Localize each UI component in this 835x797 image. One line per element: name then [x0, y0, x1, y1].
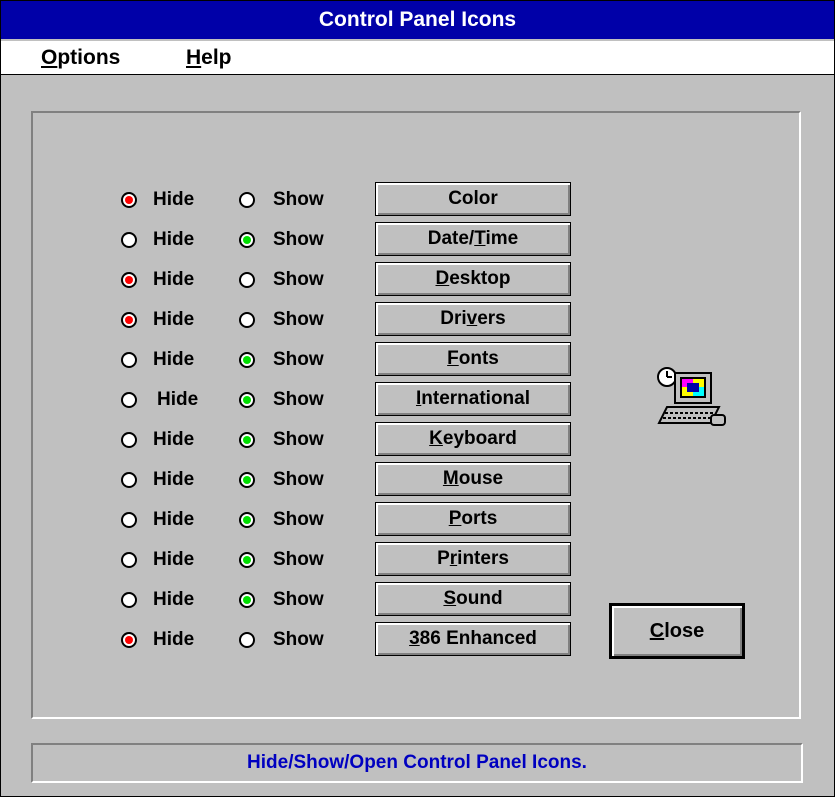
hide-radio[interactable]	[121, 272, 137, 288]
hide-label[interactable]: Hide	[153, 180, 194, 220]
hide-label[interactable]: Hide	[153, 540, 194, 580]
control-panel-item-button[interactable]: Drivers	[375, 302, 571, 336]
hide-label[interactable]: Hide	[153, 460, 194, 500]
hide-label[interactable]: Hide	[153, 420, 194, 460]
control-panel-item-button[interactable]: International	[375, 382, 571, 416]
show-radio[interactable]	[239, 352, 255, 368]
show-label[interactable]: Show	[273, 420, 324, 460]
hide-radio[interactable]	[121, 592, 137, 608]
show-radio[interactable]	[239, 272, 255, 288]
icon-row: Hide Show Color	[1, 180, 834, 220]
show-radio[interactable]	[239, 592, 255, 608]
hide-label[interactable]: Hide	[153, 620, 194, 660]
show-label[interactable]: Show	[273, 260, 324, 300]
show-label[interactable]: Show	[273, 460, 324, 500]
show-label[interactable]: Show	[273, 620, 324, 660]
hide-radio[interactable]	[121, 192, 137, 208]
show-label[interactable]: Show	[273, 300, 324, 340]
show-label[interactable]: Show	[273, 580, 324, 620]
hide-label[interactable]: Hide	[153, 500, 194, 540]
show-radio[interactable]	[239, 392, 255, 408]
show-radio[interactable]	[239, 312, 255, 328]
control-panel-item-button[interactable]: Mouse	[375, 462, 571, 496]
hide-radio[interactable]	[121, 472, 137, 488]
show-label[interactable]: Show	[273, 180, 324, 220]
show-radio[interactable]	[239, 192, 255, 208]
show-radio[interactable]	[239, 232, 255, 248]
control-panel-item-button[interactable]: Fonts	[375, 342, 571, 376]
hide-radio[interactable]	[121, 512, 137, 528]
menu-help[interactable]: Help	[186, 41, 232, 74]
control-panel-computer-icon[interactable]	[657, 367, 729, 429]
hide-label[interactable]: Hide	[153, 340, 194, 380]
hide-radio[interactable]	[121, 232, 137, 248]
hide-label[interactable]: Hide	[153, 300, 194, 340]
icon-row: Hide Show Ports	[1, 500, 834, 540]
show-radio[interactable]	[239, 512, 255, 528]
icon-row: Hide Show Printers	[1, 540, 834, 580]
status-bar: Hide/Show/Open Control Panel Icons.	[31, 743, 803, 783]
show-radio[interactable]	[239, 432, 255, 448]
control-panel-item-button[interactable]: Ports	[375, 502, 571, 536]
show-label[interactable]: Show	[273, 220, 324, 260]
hide-label[interactable]: Hide	[153, 580, 194, 620]
close-button[interactable]: Close	[609, 603, 745, 659]
hide-radio[interactable]	[121, 432, 137, 448]
icon-row: Hide Show Desktop	[1, 260, 834, 300]
app-window: Control Panel Icons Options Help Hide Sho…	[0, 0, 835, 797]
show-radio[interactable]	[239, 472, 255, 488]
control-panel-item-button[interactable]: Color	[375, 182, 571, 216]
control-panel-item-button[interactable]: Keyboard	[375, 422, 571, 456]
menu-bar: Options Help	[1, 41, 834, 75]
menu-options[interactable]: Options	[41, 41, 120, 74]
hide-label[interactable]: Hide	[153, 220, 194, 260]
title-bar: Control Panel Icons	[1, 1, 834, 39]
icon-row: Hide Show Mouse	[1, 460, 834, 500]
control-panel-item-button[interactable]: 386 Enhanced	[375, 622, 571, 656]
hide-radio[interactable]	[121, 392, 137, 408]
control-panel-item-button[interactable]: Printers	[375, 542, 571, 576]
show-radio[interactable]	[239, 552, 255, 568]
control-panel-item-button[interactable]: Desktop	[375, 262, 571, 296]
hide-label[interactable]: Hide	[157, 380, 198, 420]
show-label[interactable]: Show	[273, 380, 324, 420]
icon-row: Hide Show Date/Time	[1, 220, 834, 260]
show-label[interactable]: Show	[273, 500, 324, 540]
hide-radio[interactable]	[121, 312, 137, 328]
show-radio[interactable]	[239, 632, 255, 648]
hide-radio[interactable]	[121, 552, 137, 568]
hide-radio[interactable]	[121, 632, 137, 648]
hide-radio[interactable]	[121, 352, 137, 368]
hide-label[interactable]: Hide	[153, 260, 194, 300]
show-label[interactable]: Show	[273, 540, 324, 580]
control-panel-item-button[interactable]: Sound	[375, 582, 571, 616]
control-panel-item-button[interactable]: Date/Time	[375, 222, 571, 256]
icon-row: Hide Show Drivers	[1, 300, 834, 340]
show-label[interactable]: Show	[273, 340, 324, 380]
